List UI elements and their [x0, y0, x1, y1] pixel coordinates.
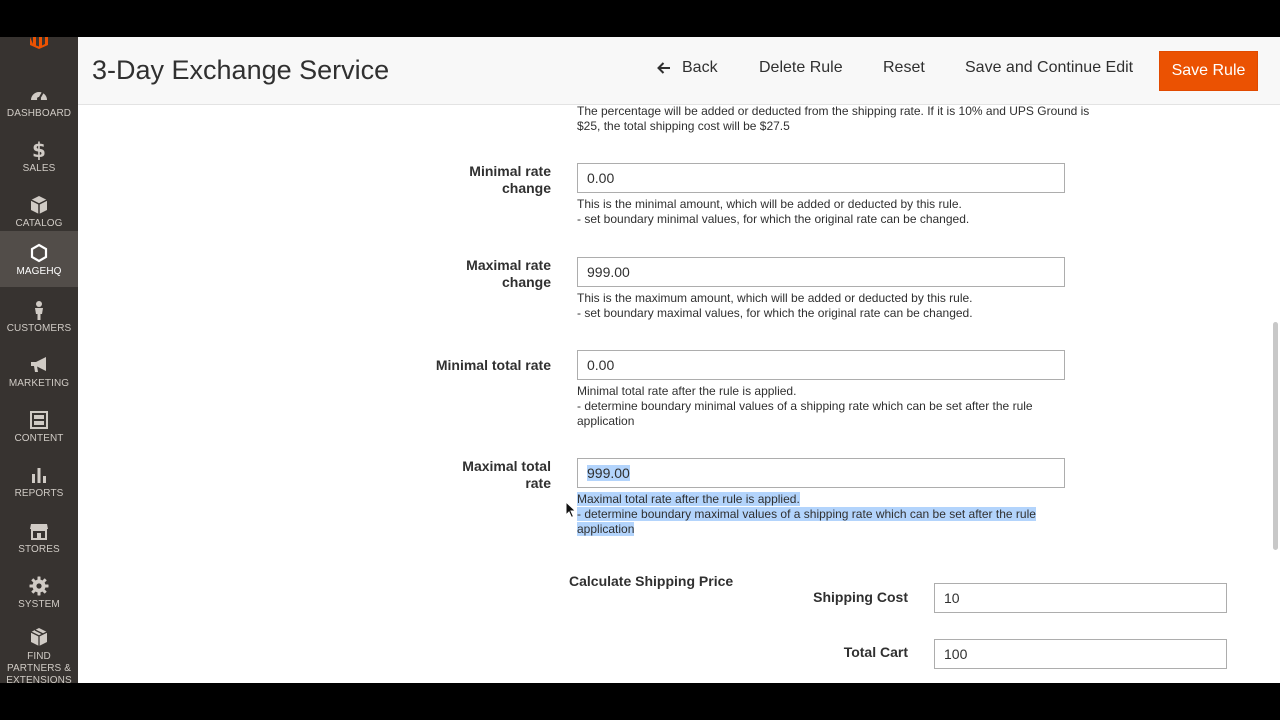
app-frame: DASHBOARD $ SALES CATALOG MAGEHQ CUSTOME… [0, 37, 1280, 683]
shipping-cost-input[interactable] [934, 583, 1227, 613]
sidebar-item-label: CUSTOMERS [6, 323, 72, 334]
note-line: application [577, 522, 635, 536]
note-line: - determine boundary minimal values of a… [577, 399, 1033, 413]
page-scrollbar[interactable] [1273, 322, 1278, 550]
mouse-pointer-icon [565, 501, 577, 519]
back-button[interactable]: Back [656, 59, 718, 77]
sidebar-item-reports[interactable]: REPORTS [0, 455, 78, 510]
gear-icon [29, 576, 49, 596]
max-rate-change-note: This is the maximum amount, which will b… [577, 291, 973, 321]
note-line: - set boundary maximal values, for which… [577, 306, 973, 320]
calculator-title: Calculate Shipping Price [569, 573, 734, 589]
sidebar-item-sales[interactable]: $ SALES [0, 130, 78, 185]
min-rate-change-label: Minimal rate change [420, 163, 551, 197]
sidebar-item-magehq[interactable]: MAGEHQ [0, 231, 78, 287]
shipping-cost-label: Shipping Cost [813, 589, 908, 605]
storefront-icon [30, 524, 48, 540]
bar-chart-icon [32, 468, 46, 483]
label-line: change [501, 274, 551, 290]
admin-sidebar: DASHBOARD $ SALES CATALOG MAGEHQ CUSTOME… [0, 37, 78, 683]
layout-icon [30, 411, 48, 429]
page-title: 3-Day Exchange Service [92, 55, 390, 85]
max-total-rate-input[interactable]: 999.00 [577, 458, 1065, 488]
percentage-note: The percentage will be added or deducted… [577, 104, 1089, 134]
sidebar-item-label: CONTENT [14, 433, 64, 444]
sidebar-item-system[interactable]: SYSTEM [0, 566, 78, 621]
label-line: rate [525, 475, 551, 491]
max-total-rate-value: 999.00 [587, 465, 630, 481]
percentage-note-line: $25, the total shipping cost will be $27… [577, 119, 790, 133]
label-line: Maximal total [462, 458, 551, 474]
total-cart-input[interactable] [934, 639, 1227, 669]
page-header: 3-Day Exchange Service Back Delete Rule … [78, 37, 1280, 105]
note-line: Maximal total rate after the rule is app… [577, 492, 800, 506]
box-icon [30, 628, 48, 646]
sidebar-item-marketing[interactable]: MARKETING [0, 345, 78, 400]
sidebar-item-stores[interactable]: STORES [0, 511, 78, 566]
arrow-left-icon [657, 62, 670, 74]
sidebar-item-label: SYSTEM [18, 599, 60, 610]
svg-text:$: $ [32, 140, 46, 160]
sidebar-item-label: REPORTS [14, 488, 64, 499]
delete-rule-button[interactable]: Delete Rule [759, 59, 843, 77]
note-line: Minimal total rate after the rule is app… [577, 384, 797, 398]
min-rate-change-note: This is the minimal amount, which will b… [577, 197, 969, 227]
sidebar-item-label: SALES [22, 163, 56, 174]
min-rate-change-input[interactable] [577, 163, 1065, 193]
note-line: This is the maximum amount, which will b… [577, 291, 973, 305]
sidebar-item-content[interactable]: CONTENT [0, 400, 78, 455]
note-line: - set boundary minimal values, for which… [577, 212, 970, 226]
save-and-continue-button[interactable]: Save and Continue Edit [965, 59, 1133, 77]
sidebar-item-dashboard[interactable]: DASHBOARD [0, 75, 78, 130]
min-total-rate-input[interactable] [577, 350, 1065, 380]
label-line: Maximal rate [466, 257, 551, 273]
max-total-rate-label: Maximal total rate [420, 458, 551, 492]
min-total-rate-label: Minimal total rate [435, 357, 551, 373]
megaphone-icon [31, 357, 46, 372]
reset-button[interactable]: Reset [883, 59, 925, 77]
sidebar-item-customers[interactable]: CUSTOMERS [0, 290, 78, 345]
note-line: application [577, 414, 635, 428]
label-line: change [501, 180, 551, 196]
max-rate-change-input[interactable] [577, 257, 1065, 287]
cube-icon [30, 196, 48, 214]
label-line: Minimal rate [469, 163, 551, 179]
sidebar-item-label: CATALOG [15, 218, 63, 229]
sidebar-item-label: STORES [18, 544, 60, 555]
hexagon-icon [30, 243, 48, 263]
max-total-rate-note: Maximal total rate after the rule is app… [577, 492, 1036, 537]
dashboard-icon [31, 91, 47, 101]
note-line: This is the minimal amount, which will b… [577, 197, 962, 211]
sidebar-item-label: FIND PARTNERS & EXTENSIONS [6, 651, 72, 683]
dollar-icon: $ [32, 140, 46, 160]
sidebar-item-label: DASHBOARD [6, 108, 72, 119]
min-total-rate-note: Minimal total rate after the rule is app… [577, 384, 1033, 429]
save-rule-button[interactable]: Save Rule [1159, 51, 1258, 91]
max-rate-change-label: Maximal rate change [420, 257, 551, 291]
sidebar-item-label: MARKETING [8, 378, 70, 389]
sidebar-item-label: MAGEHQ [16, 266, 62, 277]
magento-logo-icon[interactable] [28, 37, 50, 49]
percentage-note-line: The percentage will be added or deducted… [577, 104, 1090, 118]
back-button-label: Back [682, 59, 718, 76]
person-icon [35, 301, 43, 320]
total-cart-label: Total Cart [843, 644, 908, 660]
sidebar-item-partners[interactable]: FIND PARTNERS & EXTENSIONS [0, 621, 78, 683]
note-line: - determine boundary maximal values of a… [577, 507, 1036, 521]
